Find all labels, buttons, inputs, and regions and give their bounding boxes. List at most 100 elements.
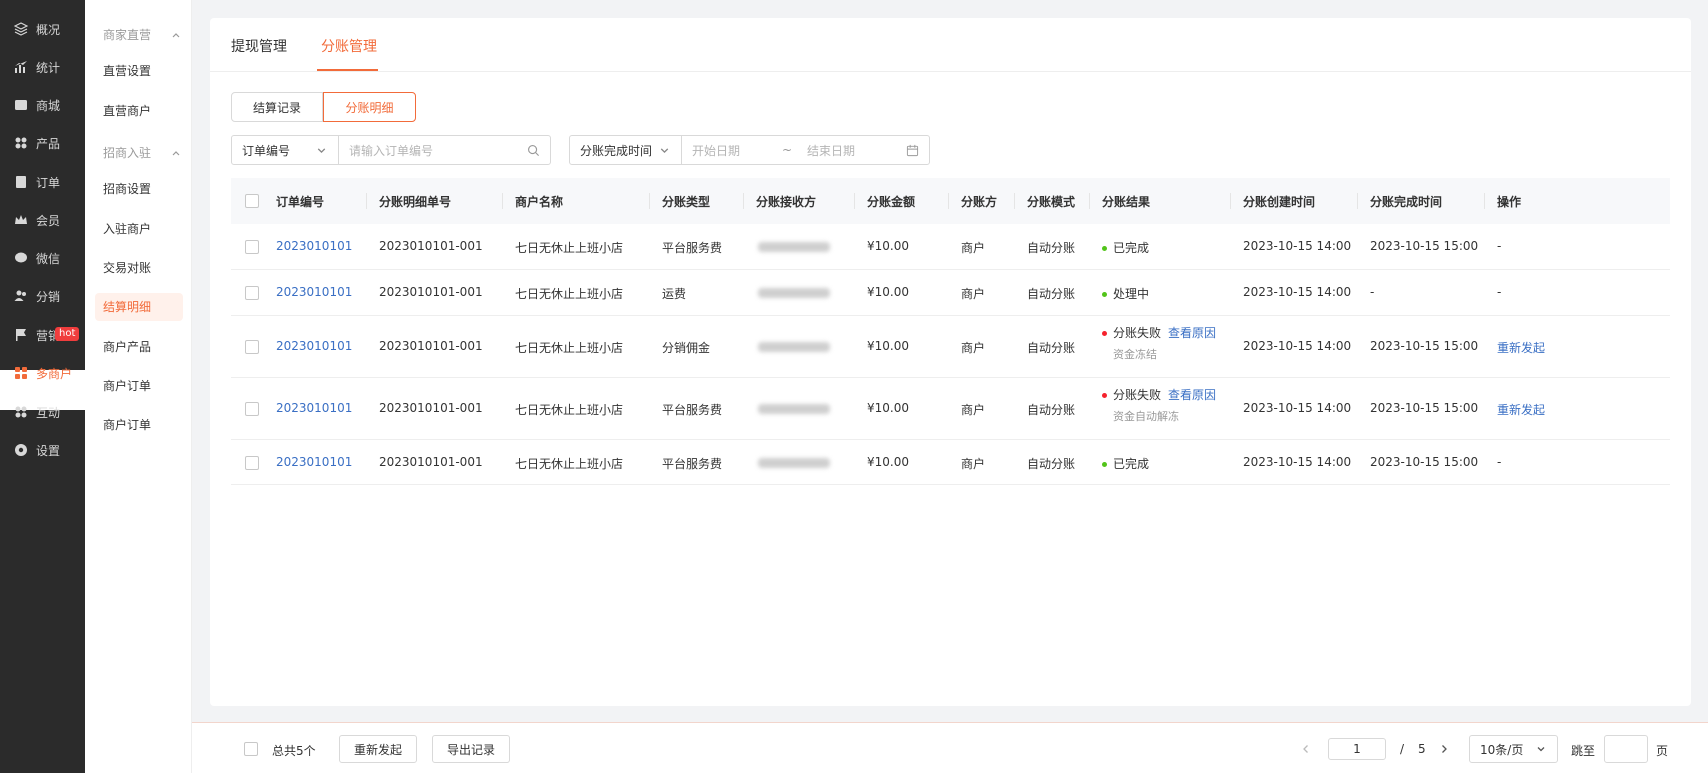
footer-bar: 总共5个 重新发起 导出记录 1 / 5 10条/页 跳至 页 xyxy=(192,722,1708,773)
time-field-select[interactable]: 分账完成时间 xyxy=(570,136,682,164)
receiver-redacted xyxy=(758,458,830,468)
hot-badge: hot xyxy=(55,327,80,341)
order-number-link[interactable]: 2023010101 xyxy=(276,339,352,353)
created-time: 2023-10-15 14:00 xyxy=(1243,285,1352,299)
grid-icon xyxy=(14,136,28,150)
nav-item-7[interactable]: 分销 xyxy=(0,281,85,311)
detail-number: 2023010101-001 xyxy=(379,239,483,253)
finished-time: 2023-10-15 15:00 xyxy=(1370,339,1479,353)
split-type: 平台服务费 xyxy=(662,457,723,471)
submenu-item-reconciliation[interactable]: 交易对账 xyxy=(95,254,183,282)
nav-item-10[interactable]: 互动 xyxy=(0,397,85,427)
nav-item-3[interactable]: 产品 xyxy=(0,128,85,158)
search-icon[interactable] xyxy=(527,144,540,157)
nav-item-label: 分销 xyxy=(36,289,61,304)
split-type: 运费 xyxy=(662,287,687,301)
order-field-select[interactable]: 订单编号 xyxy=(232,136,339,164)
current-page-input[interactable]: 1 xyxy=(1328,738,1386,760)
submenu-group-direct[interactable]: 商家直营 xyxy=(103,26,181,43)
submenu-item-settlement-detail[interactable]: 结算明细 xyxy=(95,293,183,321)
split-party: 商户 xyxy=(961,287,986,301)
receiver-redacted xyxy=(758,242,830,252)
column-header: 分账接收方 xyxy=(756,195,817,209)
nav-item-9[interactable]: 多商户 xyxy=(0,358,85,388)
nav-item-11[interactable]: 设置 xyxy=(0,435,85,465)
nav-item-6[interactable]: 微信 xyxy=(0,243,85,273)
table-row: 2023010101 2023010101-001 七日无休止上班小店 平台服务费 ¥1… xyxy=(231,378,1670,440)
split-result: 已完成 xyxy=(1102,239,1149,256)
split-mode: 自动分账 xyxy=(1027,457,1076,471)
split-mode: 自动分账 xyxy=(1027,241,1076,255)
jump-page-input[interactable] xyxy=(1604,735,1648,763)
row-checkbox[interactable] xyxy=(245,286,259,300)
view-reason-link[interactable]: 查看原因 xyxy=(1168,326,1216,340)
column-header: 分账明细单号 xyxy=(379,195,452,209)
nav-item-5[interactable]: 会员 xyxy=(0,205,85,235)
submenu-item-settled-merchants[interactable]: 入驻商户 xyxy=(95,215,183,243)
end-date-input[interactable]: 结束日期 xyxy=(797,142,906,159)
column-header: 分账模式 xyxy=(1027,195,1076,209)
chevron-down-icon xyxy=(660,147,669,153)
column-separator xyxy=(1089,193,1090,209)
nav-item-label: 概况 xyxy=(36,22,61,37)
page-unit-label: 页 xyxy=(1656,744,1669,758)
tab-bar: 提现管理 分账管理 xyxy=(210,18,1691,72)
jump-label: 跳至 xyxy=(1571,744,1596,758)
submenu-item-merchant-orders[interactable]: 商户订单 xyxy=(95,372,183,400)
grid-icon xyxy=(14,405,28,419)
resend-link[interactable]: 重新发起 xyxy=(1497,339,1545,356)
order-number-link[interactable]: 2023010101 xyxy=(276,401,352,415)
view-reason-link[interactable]: 查看原因 xyxy=(1168,388,1216,402)
submenu-group-label: 商家直营 xyxy=(103,28,152,42)
column-header: 分账类型 xyxy=(662,195,711,209)
column-separator xyxy=(1230,193,1231,209)
row-checkbox[interactable] xyxy=(245,402,259,416)
split-type: 平台服务费 xyxy=(662,241,723,255)
order-number-link[interactable]: 2023010101 xyxy=(276,239,352,253)
finished-time: 2023-10-15 15:00 xyxy=(1370,239,1479,253)
row-action: - xyxy=(1497,455,1502,469)
nav-item-label: 微信 xyxy=(36,251,61,266)
segment-settlement-records[interactable]: 结算记录 xyxy=(231,92,323,122)
header-checkbox[interactable] xyxy=(245,194,259,208)
calendar-icon[interactable] xyxy=(906,144,919,157)
next-page-icon[interactable] xyxy=(1438,743,1450,755)
status-dot xyxy=(1102,292,1107,297)
submenu-item-invest-settings[interactable]: 招商设置 xyxy=(95,175,183,203)
chart-icon xyxy=(14,60,28,74)
submenu-item-direct-merchants[interactable]: 直营商户 xyxy=(95,97,183,125)
page-size-select[interactable]: 10条/页 xyxy=(1469,735,1558,763)
nav-item-2[interactable]: 商城 xyxy=(0,90,85,120)
nav-item-1[interactable]: 统计 xyxy=(0,52,85,82)
row-checkbox[interactable] xyxy=(245,340,259,354)
submenu-item-merchant-products[interactable]: 商户产品 xyxy=(95,333,183,361)
time-field-select-label: 分账完成时间 xyxy=(580,143,653,158)
column-separator xyxy=(1014,193,1015,209)
submenu-group-invest[interactable]: 招商入驻 xyxy=(103,144,181,161)
select-all-checkbox[interactable] xyxy=(244,742,258,756)
order-number-link[interactable]: 2023010101 xyxy=(276,285,352,299)
start-date-input[interactable]: 开始日期 xyxy=(682,142,777,159)
created-time: 2023-10-15 14:00 xyxy=(1243,339,1352,353)
prev-page-icon[interactable] xyxy=(1300,743,1312,755)
page-separator: / xyxy=(1400,742,1405,756)
split-type: 分销佣金 xyxy=(662,341,711,355)
tab-split[interactable]: 分账管理 xyxy=(321,36,377,56)
page-total: 5 xyxy=(1418,742,1426,756)
resend-link[interactable]: 重新发起 xyxy=(1497,401,1545,418)
date-range-separator: ~ xyxy=(781,143,793,157)
row-checkbox[interactable] xyxy=(245,456,259,470)
merchant-name: 七日无休止上班小店 xyxy=(515,457,624,471)
layers-icon xyxy=(14,22,28,36)
submenu-item-direct-settings[interactable]: 直营设置 xyxy=(95,57,183,85)
order-number-link[interactable]: 2023010101 xyxy=(276,455,352,469)
nav-item-4[interactable]: 订单 xyxy=(0,167,85,197)
export-button[interactable]: 导出记录 xyxy=(432,735,510,763)
resend-button[interactable]: 重新发起 xyxy=(339,735,417,763)
nav-item-0[interactable]: 概况 xyxy=(0,14,85,44)
tab-withdraw[interactable]: 提现管理 xyxy=(231,36,287,56)
segment-split-detail[interactable]: 分账明细 xyxy=(323,92,416,122)
submenu-item-merchant-orders-2[interactable]: 商户订单 xyxy=(95,411,183,439)
order-search-input[interactable]: 请输入订单编号 xyxy=(339,142,527,159)
row-checkbox[interactable] xyxy=(245,240,259,254)
